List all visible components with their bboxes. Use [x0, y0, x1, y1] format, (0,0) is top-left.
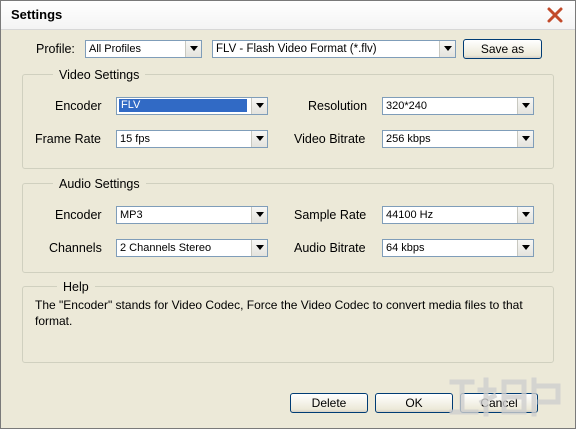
sample-rate-label: Sample Rate [294, 208, 367, 222]
sample-rate-select[interactable]: 44100 Hz [382, 206, 534, 224]
chevron-down-icon[interactable] [251, 131, 267, 147]
audio-settings-title: Audio Settings [53, 177, 146, 191]
video-settings-group [22, 74, 554, 169]
audio-encoder-value: MP3 [120, 209, 143, 221]
chevron-down-icon[interactable] [517, 207, 533, 223]
help-title: Help [57, 280, 95, 294]
video-encoder-label: Encoder [55, 99, 102, 113]
audio-bitrate-select[interactable]: 64 kbps [382, 239, 534, 257]
settings-dialog: Settings Profile: All Profiles FLV - Fla… [0, 0, 576, 429]
profile-label: Profile: [36, 42, 75, 56]
chevron-down-icon[interactable] [517, 131, 533, 147]
chevron-down-icon[interactable] [439, 41, 455, 57]
chevron-down-icon[interactable] [185, 41, 201, 57]
help-text: The "Encoder" stands for Video Codec, Fo… [35, 298, 523, 328]
watermark-logo [449, 377, 561, 417]
audio-encoder-label: Encoder [55, 208, 102, 222]
video-settings-title: Video Settings [53, 68, 146, 82]
video-encoder-select[interactable]: FLV [116, 97, 268, 115]
profile-format-select[interactable]: FLV - Flash Video Format (*.flv) [212, 40, 456, 58]
profile-category-value: All Profiles [89, 43, 141, 55]
resolution-label: Resolution [308, 99, 368, 113]
chevron-down-icon[interactable] [517, 240, 533, 256]
channels-label: Channels [49, 241, 102, 255]
audio-bitrate-label: Audio Bitrate [294, 241, 366, 255]
chevron-down-icon[interactable] [251, 98, 267, 114]
frame-rate-select[interactable]: 15 fps [116, 130, 268, 148]
audio-encoder-select[interactable]: MP3 [116, 206, 268, 224]
channels-select[interactable]: 2 Channels Stereo [116, 239, 268, 257]
title-bar[interactable]: Settings [1, 1, 575, 30]
chevron-down-icon[interactable] [251, 240, 267, 256]
video-bitrate-label: Video Bitrate [294, 132, 366, 146]
audio-bitrate-value: 64 kbps [386, 242, 425, 254]
video-bitrate-value: 256 kbps [386, 133, 431, 145]
channels-value: 2 Channels Stereo [120, 242, 212, 254]
delete-button[interactable]: Delete [290, 393, 368, 413]
resolution-select[interactable]: 320*240 [382, 97, 534, 115]
close-icon[interactable] [545, 5, 565, 25]
chevron-down-icon[interactable] [251, 207, 267, 223]
frame-rate-value: 15 fps [120, 133, 150, 145]
profile-category-select[interactable]: All Profiles [85, 40, 202, 58]
profile-format-value: FLV - Flash Video Format (*.flv) [216, 43, 377, 55]
audio-settings-group [22, 183, 554, 273]
frame-rate-label: Frame Rate [35, 132, 101, 146]
window-title: Settings [11, 7, 63, 22]
save-as-button[interactable]: Save as [463, 39, 542, 59]
ok-button[interactable]: OK [375, 393, 453, 413]
sample-rate-value: 44100 Hz [386, 209, 434, 221]
video-encoder-value: FLV [119, 99, 247, 112]
video-bitrate-select[interactable]: 256 kbps [382, 130, 534, 148]
chevron-down-icon[interactable] [517, 98, 533, 114]
resolution-value: 320*240 [386, 100, 427, 112]
